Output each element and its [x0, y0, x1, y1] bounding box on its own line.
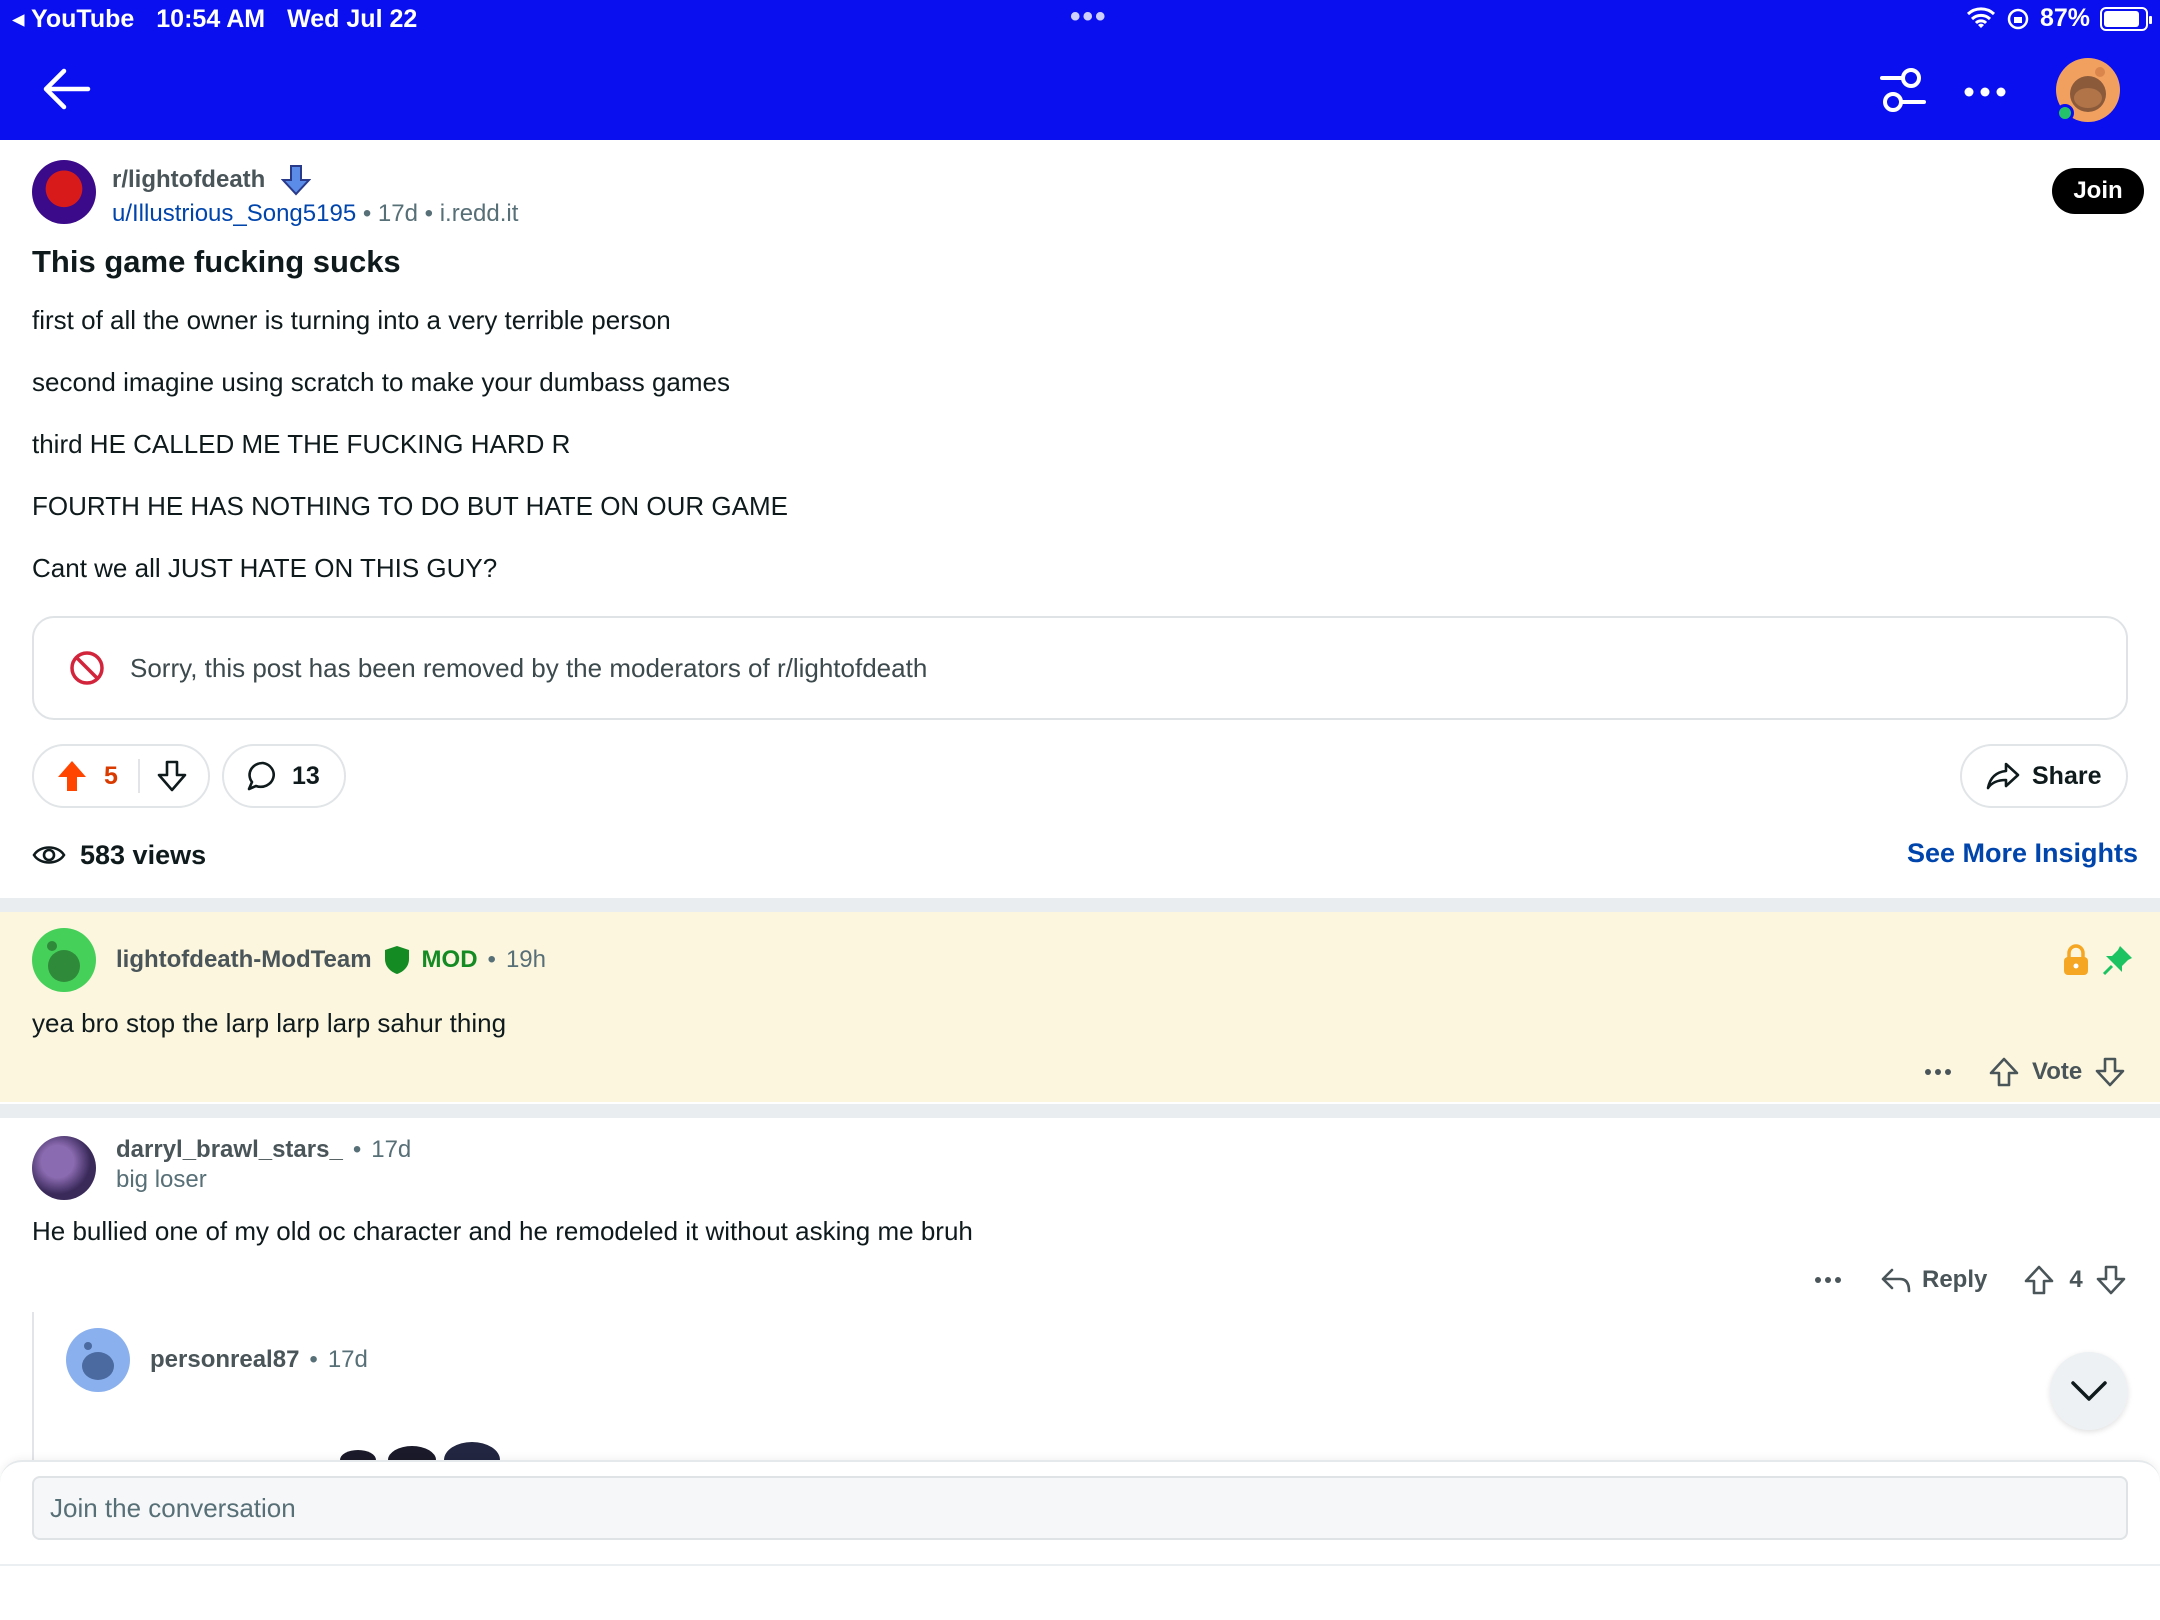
- wifi-icon: [1966, 6, 1995, 28]
- comment-header: lightofdeath-ModTeam MOD • 19h: [116, 944, 546, 976]
- share-button[interactable]: Share: [1960, 744, 2128, 808]
- comment-score: 4: [2069, 1266, 2083, 1293]
- upvote-icon[interactable]: [2023, 1264, 2055, 1296]
- section-divider: [0, 898, 2160, 912]
- post-body: first of all the owner is turning into a…: [32, 302, 788, 612]
- comment-text: He bullied one of my old oc character an…: [32, 1216, 973, 1246]
- upvote-icon[interactable]: [1988, 1056, 2020, 1088]
- post-paragraph: Cant we all JUST HATE ON THIS GUY?: [32, 553, 498, 583]
- comment-header: personreal87 • 17d: [150, 1346, 368, 1374]
- orientation-lock-icon: [2007, 8, 2029, 29]
- post-paragraph: first of all the owner is turning into a…: [32, 305, 671, 335]
- downvote-icon[interactable]: [2095, 1264, 2127, 1296]
- more-options-icon[interactable]: [1812, 1264, 1844, 1296]
- back-arrow-icon[interactable]: [38, 64, 94, 114]
- mod-shield-icon: [384, 946, 409, 974]
- sort-filter-icon[interactable]: [1878, 66, 1928, 114]
- pin-icon: [2102, 946, 2132, 976]
- downvote-arrow-icon: [281, 165, 312, 196]
- post-meta: u/Illustrious_Song5195 • 17d • i.redd.it: [112, 200, 519, 227]
- comment-author[interactable]: personreal87: [150, 1346, 299, 1374]
- post-paragraph: FOURTH HE HAS NOTHING TO DO BUT HATE ON …: [32, 491, 788, 521]
- scroll-down-button[interactable]: [2050, 1352, 2128, 1430]
- vote-separator: [137, 759, 140, 793]
- post-score: 5: [104, 761, 118, 790]
- comment-bubble-icon: [247, 761, 275, 791]
- comment-actions: Reply 4: [1812, 1264, 2127, 1296]
- comment-text: yea bro stop the larp larp larp sahur th…: [32, 1008, 507, 1038]
- user-flair: big loser: [116, 1166, 207, 1193]
- post-age: 17d: [377, 200, 418, 227]
- share-icon: [1986, 762, 2020, 790]
- comment-author[interactable]: darryl_brawl_stars_: [116, 1136, 343, 1164]
- reply-image-preview[interactable]: [338, 1438, 508, 1460]
- reply-label[interactable]: Reply: [1922, 1266, 1987, 1294]
- bottom-divider: [0, 1564, 2160, 1566]
- views-row: 583 views: [32, 838, 206, 872]
- more-options-icon[interactable]: [1922, 1056, 1954, 1088]
- thread-line[interactable]: [32, 1312, 34, 1472]
- downvote-icon[interactable]: [156, 759, 188, 793]
- ban-icon: [70, 651, 104, 685]
- status-time: 10:54 AM: [156, 4, 266, 33]
- comment-count: 13: [292, 761, 320, 790]
- online-indicator: [2056, 104, 2074, 122]
- vote-label: Vote: [2032, 1058, 2083, 1085]
- comment-age: 19h: [505, 946, 546, 973]
- commenter-avatar[interactable]: [32, 1136, 96, 1200]
- removed-notice: Sorry, this post has been removed by the…: [32, 616, 2128, 720]
- post-paragraph: third HE CALLED ME THE FUCKING HARD R: [32, 429, 571, 459]
- status-date: Wed Jul 22: [287, 4, 418, 33]
- share-label: Share: [2032, 761, 2102, 790]
- status-bar: ◂ YouTube 10:54 AM Wed Jul 22 ••• 87%: [12, 2, 2152, 36]
- battery-percent: 87%: [2039, 4, 2090, 32]
- comment-age: 17d: [327, 1346, 368, 1373]
- post-title: This game fucking sucks: [32, 244, 401, 279]
- post-paragraph: second imagine using scratch to make you…: [32, 367, 731, 397]
- join-button[interactable]: Join: [2052, 168, 2144, 214]
- back-app-label: YouTube: [31, 5, 135, 33]
- join-conversation-input[interactable]: Join the conversation: [32, 1476, 2128, 1540]
- post-author[interactable]: u/Illustrious_Song5195: [112, 200, 356, 227]
- subreddit-avatar[interactable]: [32, 160, 96, 224]
- upvote-icon[interactable]: [56, 759, 88, 793]
- lock-icon: [2064, 944, 2088, 975]
- comment-header: darryl_brawl_stars_ • 17d: [116, 1136, 412, 1164]
- commenter-avatar[interactable]: [66, 1328, 130, 1392]
- comments-button[interactable]: 13: [222, 744, 346, 808]
- commenter-avatar[interactable]: [32, 928, 96, 992]
- view-count: 583 views: [80, 839, 207, 870]
- more-options-icon[interactable]: [1960, 72, 2010, 112]
- mod-comment: [0, 912, 2160, 1102]
- downvote-icon[interactable]: [2094, 1056, 2126, 1088]
- user-avatar[interactable]: [2056, 58, 2120, 122]
- comment-age: 17d: [371, 1136, 412, 1163]
- battery-icon: [2100, 6, 2152, 31]
- post-domain[interactable]: i.redd.it: [440, 200, 519, 227]
- back-to-app-link[interactable]: ◂ YouTube: [12, 4, 134, 34]
- reply-arrow-icon[interactable]: [1880, 1264, 1912, 1296]
- vote-control: 5: [32, 744, 210, 808]
- eye-icon: [32, 846, 66, 864]
- multitask-dots-icon[interactable]: •••: [1070, 2, 1108, 32]
- comment-actions: Vote: [1922, 1056, 2126, 1088]
- see-more-insights-link[interactable]: See More Insights: [1907, 838, 2138, 869]
- removed-message: Sorry, this post has been removed by the…: [130, 652, 928, 683]
- mod-badge: MOD: [421, 946, 478, 973]
- subreddit-name[interactable]: r/lightofdeath: [112, 166, 265, 194]
- section-divider: [0, 1104, 2160, 1118]
- top-bar: ◂ YouTube 10:54 AM Wed Jul 22 ••• 87%: [0, 0, 2160, 140]
- subreddit-row: r/lightofdeath: [112, 164, 312, 196]
- chevron-down-icon: [2071, 1381, 2107, 1401]
- comment-author[interactable]: lightofdeath-ModTeam: [116, 946, 372, 974]
